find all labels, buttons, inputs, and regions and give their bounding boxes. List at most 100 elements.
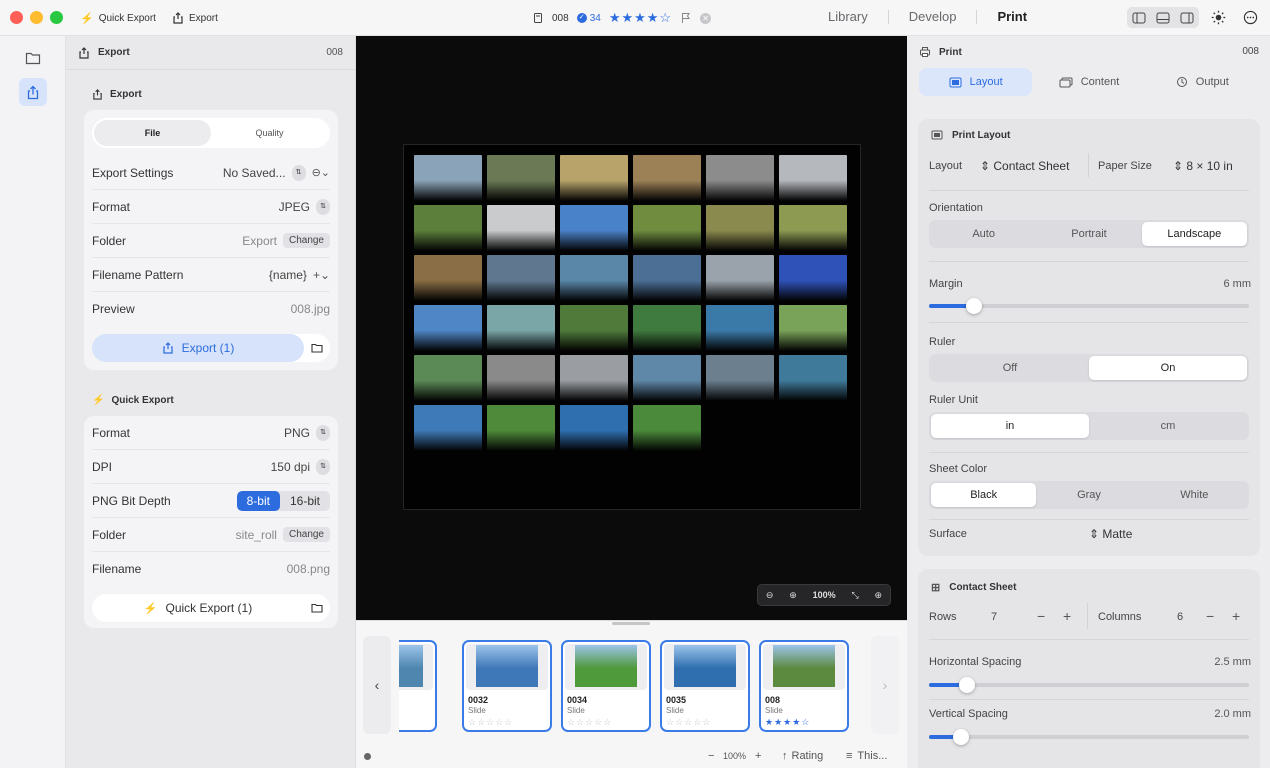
contact-sheet-photo[interactable] bbox=[414, 205, 482, 251]
margin-slider[interactable] bbox=[929, 298, 1249, 314]
export-action-button[interactable]: Export (1) bbox=[92, 334, 304, 362]
filmstrip-next-button[interactable]: › bbox=[871, 636, 899, 734]
contact-sheet-photo[interactable] bbox=[414, 155, 482, 201]
reveal-folder-button[interactable] bbox=[304, 343, 330, 353]
module-print[interactable]: Print bbox=[977, 9, 1047, 24]
ruler-on[interactable]: On bbox=[1089, 356, 1247, 380]
rail-library-button[interactable] bbox=[19, 44, 47, 72]
rating-stars[interactable]: ★★★★☆ bbox=[609, 10, 672, 26]
thumb-zoom-in-button[interactable]: + bbox=[755, 750, 761, 762]
filmstrip-card[interactable]: ☆☆ bbox=[399, 640, 437, 732]
bit-depth-16[interactable]: 16-bit bbox=[280, 491, 330, 511]
contact-sheet-photo[interactable] bbox=[560, 355, 628, 401]
format-select[interactable]: JPEG bbox=[279, 200, 310, 214]
more-options-icon[interactable] bbox=[1243, 10, 1258, 25]
rows-decrement-button[interactable]: − bbox=[1037, 608, 1045, 624]
paper-size-select[interactable]: ⇕ 8 × 10 in bbox=[1173, 159, 1233, 173]
filmstrip-card[interactable]: 0034 Slide ☆☆☆☆☆ bbox=[561, 640, 651, 732]
contact-sheet-photo[interactable] bbox=[633, 405, 701, 451]
updown-stepper-icon[interactable]: ⇅ bbox=[291, 164, 306, 181]
rail-export-button[interactable] bbox=[19, 78, 47, 106]
slider-knob[interactable] bbox=[966, 298, 982, 314]
columns-decrement-button[interactable]: − bbox=[1206, 608, 1214, 624]
contact-sheet-photo[interactable] bbox=[560, 155, 628, 201]
contact-sheet-photo[interactable] bbox=[779, 255, 847, 301]
qe-format-select[interactable]: PNG bbox=[284, 426, 310, 440]
contact-sheet-photo[interactable] bbox=[779, 305, 847, 351]
contact-sheet-photo[interactable] bbox=[414, 405, 482, 451]
contact-sheet-photo[interactable] bbox=[633, 255, 701, 301]
filmstrip-card[interactable]: 0035 Slide ☆☆☆☆☆ bbox=[660, 640, 750, 732]
brightness-icon[interactable] bbox=[1211, 10, 1226, 25]
contact-sheet-photo[interactable] bbox=[414, 355, 482, 401]
ruler-off[interactable]: Off bbox=[931, 356, 1089, 380]
tab-layout[interactable]: Layout bbox=[919, 68, 1033, 96]
reject-icon[interactable]: ✕ bbox=[700, 12, 712, 24]
orientation-portrait[interactable]: Portrait bbox=[1036, 222, 1141, 246]
contact-sheet-photo[interactable] bbox=[706, 255, 774, 301]
filmstrip-prev-button[interactable]: ‹ bbox=[363, 636, 391, 734]
horizontal-spacing-slider[interactable] bbox=[929, 677, 1249, 693]
thumbnail-rating[interactable]: ☆☆☆☆☆ bbox=[468, 717, 513, 728]
contact-sheet-photo[interactable] bbox=[560, 305, 628, 351]
slider-knob[interactable] bbox=[953, 729, 969, 745]
filter-button[interactable]: ≡ This... bbox=[846, 750, 887, 762]
contact-sheet-photo[interactable] bbox=[633, 205, 701, 251]
right-sidebar-icon[interactable] bbox=[1180, 12, 1194, 24]
ruler-unit-cm[interactable]: cm bbox=[1089, 414, 1247, 438]
filename-pattern-value[interactable]: {name} bbox=[269, 268, 307, 282]
contact-sheet-photo[interactable] bbox=[633, 155, 701, 201]
zoom-out-icon[interactable]: ⊖ bbox=[766, 590, 774, 601]
module-develop[interactable]: Develop bbox=[889, 9, 977, 24]
qe-reveal-folder-button[interactable] bbox=[304, 603, 330, 613]
layout-select[interactable]: ⇕ Contact Sheet bbox=[980, 159, 1069, 173]
vertical-spacing-slider[interactable] bbox=[929, 729, 1249, 745]
filmstrip-card[interactable]: 008 Slide ★★★★☆ bbox=[759, 640, 849, 732]
contact-sheet-photo[interactable] bbox=[706, 155, 774, 201]
orientation-auto[interactable]: Auto bbox=[931, 222, 1036, 246]
qe-change-folder-button[interactable]: Change bbox=[282, 527, 330, 542]
minimize-window-button[interactable] bbox=[30, 11, 43, 24]
ruler-unit-in[interactable]: in bbox=[931, 414, 1089, 438]
updown-stepper-icon[interactable]: ⇅ bbox=[316, 198, 330, 215]
fit-to-screen-icon[interactable]: ⤡ bbox=[851, 590, 858, 601]
change-folder-button[interactable]: Change bbox=[282, 233, 330, 248]
zoom-window-button[interactable] bbox=[50, 11, 63, 24]
contact-sheet-photo[interactable] bbox=[779, 155, 847, 201]
filmstrip-card[interactable]: 0032 Slide ☆☆☆☆☆ bbox=[462, 640, 552, 732]
thumbnail-rating[interactable]: ☆☆☆☆☆ bbox=[567, 717, 612, 728]
quick-export-button[interactable]: ⚡ Quick Export bbox=[80, 10, 156, 26]
close-window-button[interactable] bbox=[10, 11, 23, 24]
bottom-panel-icon[interactable] bbox=[1156, 12, 1170, 24]
contact-sheet-photo[interactable] bbox=[560, 205, 628, 251]
tab-quality[interactable]: Quality bbox=[211, 120, 328, 146]
thumbnail-rating[interactable]: ★★★★☆ bbox=[765, 717, 810, 728]
contact-sheet-photo[interactable] bbox=[779, 355, 847, 401]
contact-sheet-photo[interactable] bbox=[706, 305, 774, 351]
sheet-color-white[interactable]: White bbox=[1142, 483, 1247, 507]
contact-sheet-photo[interactable] bbox=[706, 355, 774, 401]
contact-sheet-photo[interactable] bbox=[414, 305, 482, 351]
rows-increment-button[interactable]: + bbox=[1063, 608, 1071, 624]
contact-sheet-photo[interactable] bbox=[487, 255, 555, 301]
contact-sheet-photo[interactable] bbox=[487, 305, 555, 351]
thumb-zoom-out-button[interactable]: − bbox=[708, 750, 714, 762]
contact-sheet-photo[interactable] bbox=[487, 405, 555, 451]
flag-icon[interactable] bbox=[680, 12, 692, 24]
contact-sheet-photo[interactable] bbox=[633, 305, 701, 351]
contact-sheet-photo[interactable] bbox=[560, 405, 628, 451]
updown-stepper-icon[interactable]: ⇅ bbox=[316, 458, 330, 475]
left-sidebar-icon[interactable] bbox=[1132, 12, 1146, 24]
sheet-color-black[interactable]: Black bbox=[931, 483, 1037, 507]
tab-output[interactable]: Output bbox=[1146, 68, 1259, 96]
more-menu-icon[interactable]: ⊖⌄ bbox=[312, 166, 330, 179]
columns-increment-button[interactable]: + bbox=[1232, 608, 1240, 624]
zoom-fit-icon[interactable]: ⊕ bbox=[874, 590, 882, 601]
export-settings-select[interactable]: No Saved... bbox=[223, 166, 286, 180]
sort-button[interactable]: ↑ Rating bbox=[782, 750, 823, 762]
quick-export-action-button[interactable]: ⚡ Quick Export (1) bbox=[92, 594, 304, 622]
contact-sheet-photo[interactable] bbox=[487, 155, 555, 201]
add-token-icon[interactable]: +⌄ bbox=[313, 268, 330, 282]
contact-sheet-photo[interactable] bbox=[487, 205, 555, 251]
sheet-color-gray[interactable]: Gray bbox=[1036, 483, 1141, 507]
